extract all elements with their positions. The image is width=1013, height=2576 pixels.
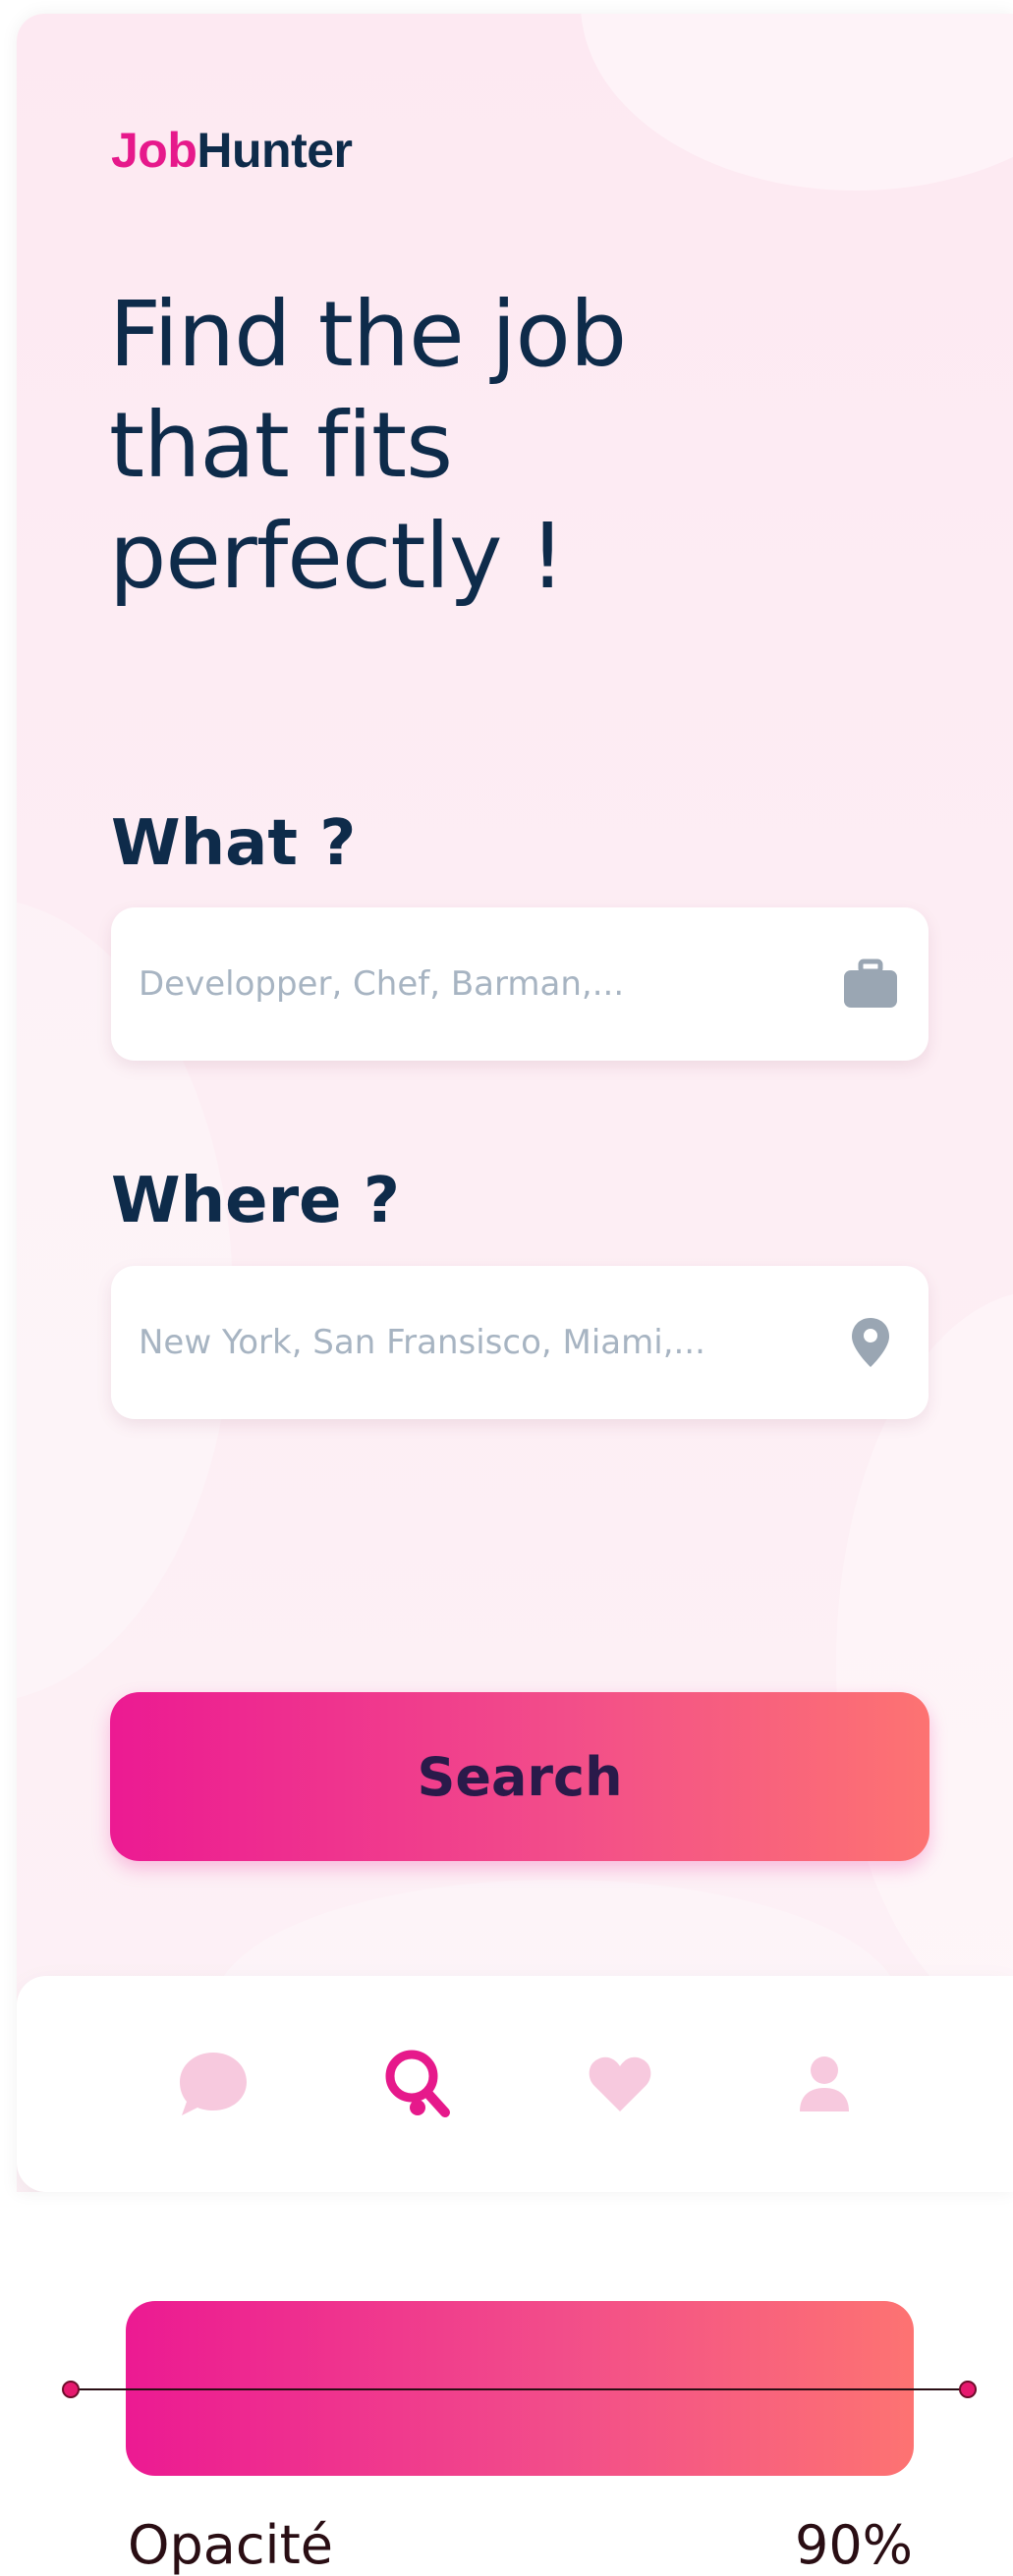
- user-icon: [800, 2056, 849, 2111]
- location-pin-icon: [842, 1314, 899, 1371]
- opacity-slider-handle-start[interactable]: [62, 2381, 80, 2398]
- nav-item-profile[interactable]: [765, 1976, 883, 2192]
- nav-item-search[interactable]: [359, 1976, 477, 2192]
- opacity-value: 90%: [794, 2514, 913, 2576]
- briefcase-icon: [842, 956, 899, 1013]
- job-search-input[interactable]: [139, 964, 826, 1004]
- headline-line: Find the job: [109, 282, 627, 387]
- logo-hunter: Hunter: [197, 123, 353, 178]
- what-field[interactable]: [111, 907, 929, 1061]
- nav-item-messages[interactable]: [154, 1976, 272, 2192]
- where-field[interactable]: [111, 1266, 929, 1419]
- logo-job: Job: [111, 123, 197, 178]
- headline-line: that fits: [109, 393, 453, 498]
- opacity-label: Opacité: [128, 2514, 333, 2576]
- opacity-slider-handle-end[interactable]: [959, 2381, 977, 2398]
- chat-bubble-icon: [180, 2053, 247, 2115]
- page-headline: Find the job that fits perfectly !: [109, 279, 797, 612]
- opacity-slider-track[interactable]: [71, 2388, 969, 2390]
- headline-line: perfectly !: [109, 504, 566, 609]
- background-blob: [581, 14, 1013, 191]
- app-screen: JobHunter Find the job that fits perfect…: [17, 14, 1013, 2192]
- heart-icon: [589, 2056, 651, 2111]
- what-label: What ?: [111, 807, 357, 880]
- where-label: Where ?: [111, 1165, 400, 1237]
- nav-item-favorites[interactable]: [561, 1976, 679, 2192]
- active-nav-indicator: [410, 2100, 425, 2115]
- app-logo: JobHunter: [111, 122, 353, 179]
- location-input[interactable]: [139, 1323, 826, 1362]
- search-button[interactable]: Search: [110, 1692, 929, 1861]
- bottom-nav-bar: [17, 1976, 1013, 2192]
